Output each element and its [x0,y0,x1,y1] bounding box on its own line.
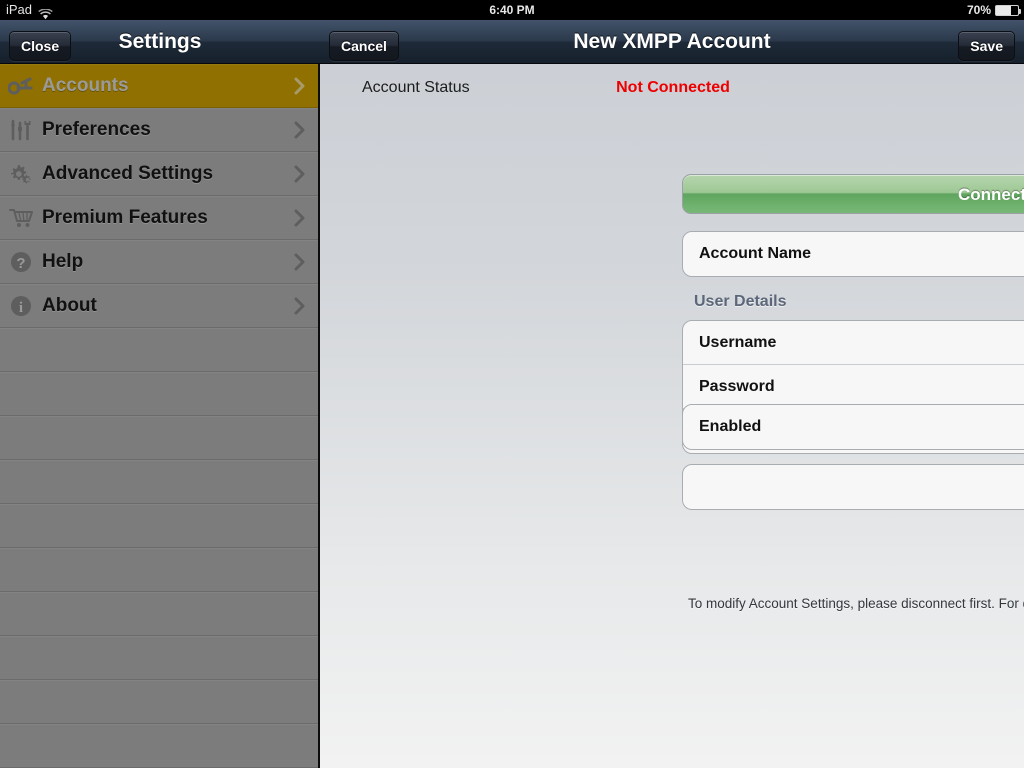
list-item [0,636,318,680]
battery-icon [995,4,1021,16]
sidebar-item-label: Advanced Settings [42,162,214,184]
sidebar-empty-rows [0,328,318,768]
settings-sidebar: Accounts Preferences Advanced Settings P… [0,64,320,768]
list-item [0,548,318,592]
cancel-button[interactable]: Cancel [329,31,399,61]
status-bar-right: 70% [966,0,1021,20]
password-label: Password [699,377,775,395]
svg-text:?: ? [16,255,25,272]
ipad-screen: iPad 6:40 PM 70% Settings Close New XMPP… [0,0,1024,768]
sidebar-item-about[interactable]: i About [0,284,318,328]
list-item [0,504,318,548]
key-icon [0,64,42,108]
info-circle-icon: i [0,284,42,328]
account-advanced-card: Account Advanced [682,464,1024,510]
sidebar-item-label: Premium Features [42,206,208,228]
cart-icon [0,196,42,240]
account-name-card: Account Name Whatever you want [682,231,1024,277]
chevron-right-icon [286,253,312,271]
sidebar-item-help[interactable]: ? Help [0,240,318,284]
question-circle-icon: ? [0,240,42,284]
footnote-text: To modify Account Settings, please disco… [688,596,1024,611]
svg-text:i: i [19,300,23,316]
username-label: Username [699,333,777,351]
account-detail-pane: Account Status Not Connected Connect Acc… [320,64,1024,768]
status-bar-clock: 6:40 PM [489,3,535,17]
list-item [0,724,318,768]
user-details-section-header: User Details [694,293,787,310]
account-name-row[interactable]: Account Name Whatever you want [683,232,1024,276]
chevron-right-icon [286,297,312,315]
account-advanced-row[interactable]: Account Advanced [683,465,1024,509]
list-item [0,592,318,636]
list-item [0,680,318,724]
list-item [0,416,318,460]
page-title: New XMPP Account [573,30,771,53]
chevron-right-icon [286,209,312,227]
account-status-row: Account Status Not Connected [362,79,984,101]
sidebar-item-accounts[interactable]: Accounts [0,64,318,108]
sidebar-navigation-bar: Settings Close [0,20,320,64]
chevron-right-icon [286,77,312,95]
enabled-card: Enabled OFF [682,404,1024,450]
list-item [0,460,318,504]
status-bar: iPad 6:40 PM 70% [0,0,1024,20]
status-badge: Not Connected [616,79,730,96]
username-row[interactable]: Username hiro [683,321,1024,365]
enabled-label: Enabled [699,418,762,435]
sidebar-item-label: About [42,294,97,316]
list-item [0,372,318,416]
list-item [0,328,318,372]
sidebar-item-label: Help [42,250,84,272]
enabled-row: Enabled OFF [683,405,1024,449]
sidebar-item-advanced-settings[interactable]: Advanced Settings [0,152,318,196]
sidebar-item-preferences[interactable]: Preferences [0,108,318,152]
close-button[interactable]: Close [9,31,72,61]
connect-button[interactable]: Connect [682,174,1024,214]
chevron-right-icon [286,165,312,183]
tools-icon [0,108,42,152]
password-row[interactable]: Password ●●●●●●●●●●●●● [683,365,1024,409]
gears-icon [0,152,42,196]
sidebar-item-label: Preferences [42,118,151,140]
sidebar-item-premium-features[interactable]: Premium Features [0,196,318,240]
account-name-label: Account Name [699,245,812,262]
chevron-right-icon [286,121,312,139]
sidebar-item-label: Accounts [42,74,129,96]
detail-navigation-bar: New XMPP Account Cancel Save [320,20,1024,64]
battery-percent: 70% [966,3,991,17]
save-button[interactable]: Save [958,31,1015,61]
